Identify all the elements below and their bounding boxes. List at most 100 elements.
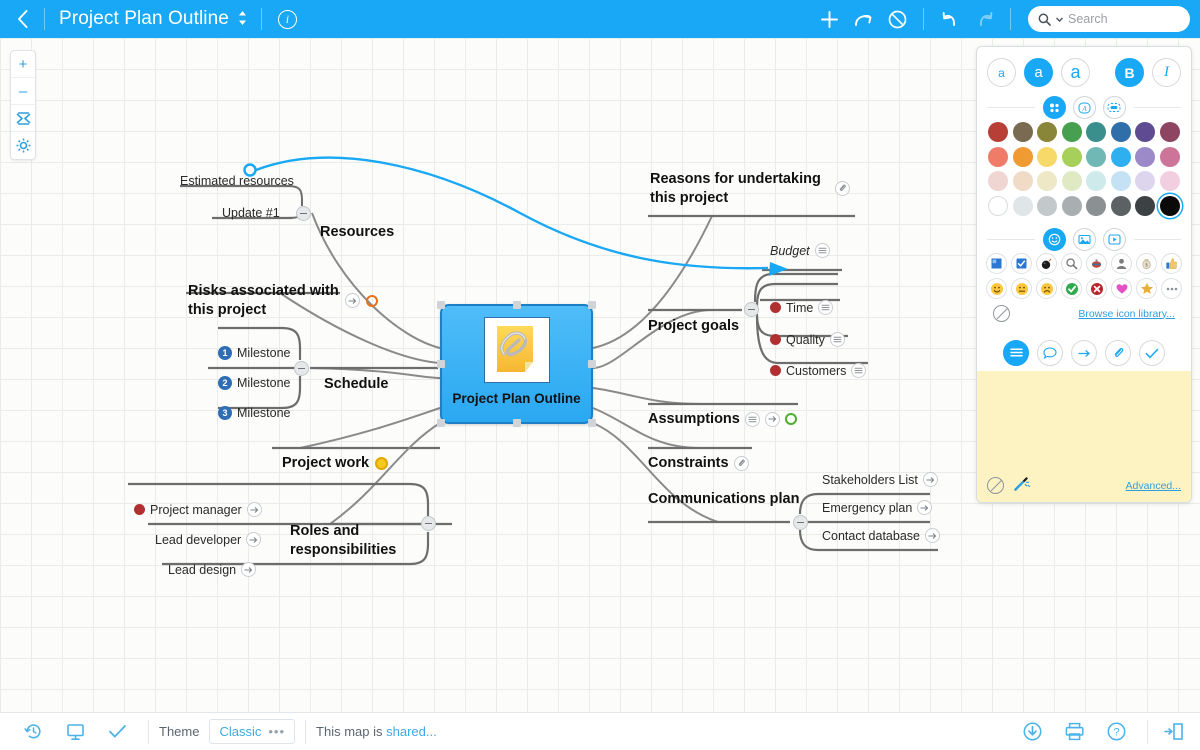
swatch[interactable] (988, 196, 1008, 216)
swatch[interactable] (1135, 122, 1155, 142)
node-stakeholders-list[interactable]: Stakeholders List (822, 472, 938, 487)
node-constraints[interactable]: Constraints (648, 455, 749, 471)
swatch[interactable] (1111, 147, 1131, 167)
emoji-icon[interactable] (1043, 228, 1066, 251)
swatch[interactable] (1160, 147, 1180, 167)
image-icon[interactable] (1073, 228, 1096, 251)
resize-handle[interactable] (513, 301, 521, 309)
node-estimated-resources[interactable]: Estimated resources (180, 174, 294, 188)
central-topic[interactable]: Project Plan Outline (440, 304, 593, 424)
back-button[interactable] (0, 0, 44, 38)
node-project-goals[interactable]: Project goals (648, 318, 739, 334)
arrow-icon[interactable] (246, 532, 261, 547)
gear-icon[interactable] (11, 132, 35, 159)
icon-heart[interactable] (1111, 278, 1132, 299)
node-update-1[interactable]: Update #1 (222, 206, 280, 220)
node-risks[interactable]: Risks associated with this project (188, 282, 378, 319)
icon-check-green[interactable] (1061, 278, 1082, 299)
orange-ring-icon[interactable] (366, 295, 378, 307)
arrow-icon[interactable] (247, 502, 262, 517)
node-project-manager[interactable]: Project manager (134, 502, 262, 517)
resize-handle[interactable] (437, 419, 445, 427)
swatch[interactable] (1037, 122, 1057, 142)
theme-more-icon[interactable]: ••• (268, 728, 285, 736)
node-assumptions[interactable]: Assumptions (648, 411, 797, 427)
swatch[interactable] (1086, 147, 1106, 167)
icon-thumbs-up[interactable] (1161, 253, 1182, 274)
magic-wand-icon[interactable] (1013, 475, 1030, 496)
download-icon[interactable] (1011, 713, 1053, 750)
zoom-out-button[interactable]: – (11, 78, 35, 105)
node-project-work[interactable]: Project work (282, 455, 388, 471)
swatch[interactable] (1037, 147, 1057, 167)
resize-handle[interactable] (588, 360, 596, 368)
node-milestone-3[interactable]: 3 Milestone (218, 406, 291, 420)
swatch[interactable] (988, 171, 1008, 191)
swatch[interactable] (1086, 196, 1106, 216)
note-editor[interactable]: Advanced... (977, 371, 1191, 502)
swatch[interactable] (1013, 147, 1033, 167)
node-roles[interactable]: Roles and responsibilities (290, 522, 420, 559)
bold-button[interactable]: B (1115, 58, 1144, 87)
notes-icon[interactable] (1003, 340, 1029, 366)
node-lead-design[interactable]: Lead design (168, 562, 256, 577)
border-color-icon[interactable] (1103, 96, 1126, 119)
red-dot-icon[interactable] (134, 504, 145, 515)
icon-cross-red[interactable] (1086, 278, 1107, 299)
redo-button[interactable] (967, 0, 1001, 38)
title-dropdown-icon[interactable] (238, 10, 261, 28)
attachment-icon[interactable] (1105, 340, 1131, 366)
swatch[interactable] (1062, 196, 1082, 216)
font-size-large-button[interactable]: a (1061, 58, 1090, 87)
resize-handle[interactable] (437, 360, 445, 368)
icon-money-bag[interactable]: $ (1136, 253, 1157, 274)
fit-to-screen-icon[interactable] (11, 105, 35, 132)
undo-button[interactable] (933, 0, 967, 38)
swatch[interactable] (1013, 196, 1033, 216)
help-icon[interactable]: ? (1095, 713, 1137, 750)
icon-smiley-sad[interactable] (1036, 278, 1057, 299)
coin-icon[interactable] (375, 457, 388, 470)
font-size-medium-button[interactable]: a (1024, 58, 1053, 87)
history-icon[interactable] (12, 713, 54, 750)
browse-icon-library-link[interactable]: Browse icon library... (1078, 308, 1175, 320)
node-schedule[interactable]: Schedule (324, 376, 388, 392)
red-dot-icon[interactable] (770, 334, 781, 345)
task-check-icon[interactable] (1139, 340, 1165, 366)
video-icon[interactable] (1103, 228, 1126, 251)
collapse-panel-icon[interactable] (1158, 713, 1188, 750)
resize-handle[interactable] (588, 301, 596, 309)
fill-color-icon[interactable] (1043, 96, 1066, 119)
swatch[interactable] (1135, 147, 1155, 167)
node-time[interactable]: Time (770, 300, 833, 315)
swatch[interactable] (1037, 171, 1057, 191)
arrow-icon[interactable] (765, 412, 780, 427)
note-icon[interactable] (815, 243, 830, 258)
swatch[interactable] (1160, 122, 1180, 142)
search-box[interactable]: Search (1028, 6, 1190, 32)
red-dot-icon[interactable] (770, 365, 781, 376)
check-icon[interactable] (96, 713, 138, 750)
arrow-icon[interactable] (925, 528, 940, 543)
green-ring-icon[interactable] (785, 413, 797, 425)
paperclip-icon[interactable] (734, 456, 749, 471)
comment-icon[interactable] (1037, 340, 1063, 366)
boundary-button[interactable] (880, 0, 914, 38)
link-arrow-icon[interactable] (1071, 340, 1097, 366)
node-milestone-1[interactable]: 1 Milestone (218, 346, 291, 360)
document-title[interactable]: Project Plan Outline (45, 8, 238, 30)
swatch[interactable] (1111, 171, 1131, 191)
collapse-toggle-roles[interactable] (421, 516, 436, 531)
collapse-toggle-project-goals[interactable] (744, 302, 759, 317)
swatch[interactable] (1013, 122, 1033, 142)
arrow-icon[interactable] (917, 500, 932, 515)
icon-magnifier[interactable] (1061, 253, 1082, 274)
note-icon[interactable] (745, 412, 760, 427)
swatch[interactable] (1013, 171, 1033, 191)
font-size-small-button[interactable]: a (987, 58, 1016, 87)
icon-lantern[interactable] (1086, 253, 1107, 274)
arrow-icon[interactable] (345, 293, 360, 308)
add-topic-button[interactable] (812, 0, 846, 38)
node-emergency-plan[interactable]: Emergency plan (822, 500, 932, 515)
icon-star[interactable] (1136, 278, 1157, 299)
